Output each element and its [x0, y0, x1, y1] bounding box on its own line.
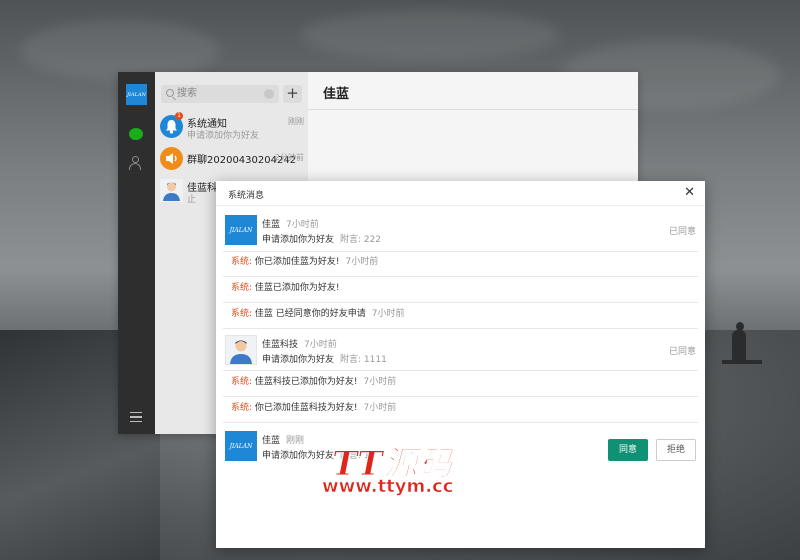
contacts-icon[interactable]: [128, 156, 144, 170]
agree-button[interactable]: 同意: [608, 439, 648, 461]
status-badge: 已同意: [668, 347, 696, 357]
modal-title: 系统消息: [228, 191, 265, 201]
avatar: [160, 179, 183, 202]
system-messages-modal: 系统消息 ✕ JIALAN 佳蓝 7小时前 申请添加你为好友 附言: 222 已同意…: [216, 181, 705, 548]
chat-icon[interactable]: [129, 128, 143, 140]
system-message: 系统: 佳蓝已添加你为好友!: [231, 283, 340, 293]
add-button[interactable]: +: [283, 85, 302, 103]
logo-icon: JIALAN: [126, 84, 147, 105]
status-badge: 已同意: [668, 227, 696, 237]
conversation-item-system[interactable]: 1 系统通知 申请添加你为好友 刚刚: [155, 111, 308, 143]
divider: [308, 109, 638, 110]
speaker-icon: [160, 147, 183, 170]
friend-request-item: 佳蓝科技 7小时前 申请添加你为好友 附言: 1111 已同意: [223, 331, 698, 369]
avatar: JIALAN: [225, 215, 257, 245]
system-message: 系统: 你已添加佳蓝为好友! 7小时前: [231, 257, 379, 267]
system-message: 系统: 佳蓝科技已添加你为好友! 7小时前: [231, 377, 397, 387]
reject-button[interactable]: 拒绝: [656, 439, 696, 461]
avatar: [225, 335, 257, 365]
nav-rail: JIALAN: [118, 72, 155, 434]
page-title: 佳蓝: [323, 87, 350, 102]
search-icon: [166, 89, 174, 97]
friend-request-item: JIALAN 佳蓝 刚刚 申请添加你为好友 附言: 1 同意 拒绝: [223, 427, 698, 465]
search-input[interactable]: 搜索: [161, 85, 279, 103]
menu-icon[interactable]: [130, 412, 142, 422]
friend-request-item: JIALAN 佳蓝 7小时前 申请添加你为好友 附言: 222 已同意: [223, 211, 698, 249]
conversation-item-group[interactable]: 群聊20200430204242 2分钟前: [155, 143, 308, 175]
system-message: 系统: 佳蓝 已经同意你的好友申请 7小时前: [231, 309, 405, 319]
close-icon[interactable]: ✕: [684, 185, 695, 200]
unread-badge: 1: [175, 112, 183, 120]
system-message: 系统: 你已添加佳蓝科技为好友! 7小时前: [231, 403, 397, 413]
clear-icon[interactable]: [264, 89, 274, 99]
avatar: JIALAN: [225, 431, 257, 461]
